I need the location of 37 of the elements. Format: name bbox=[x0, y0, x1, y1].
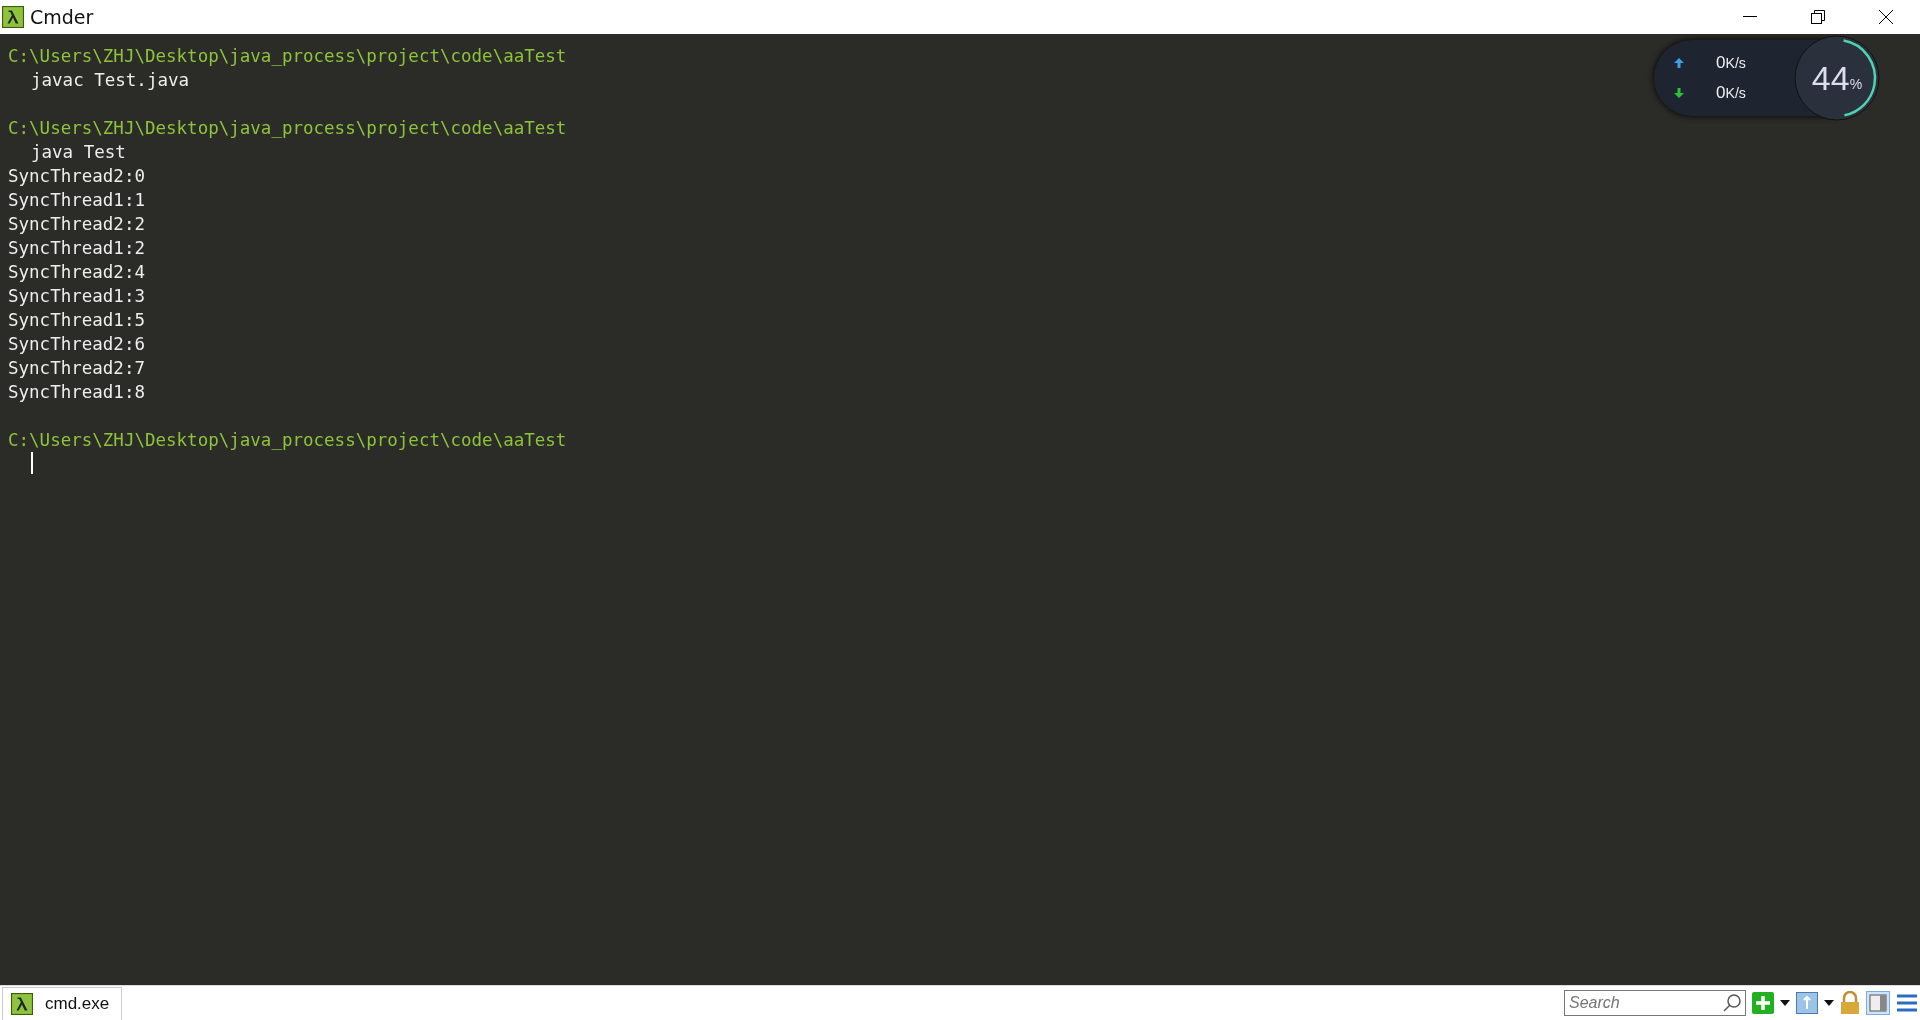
download-arrow-icon bbox=[1674, 88, 1684, 98]
output-line: SyncThread2:4 bbox=[8, 261, 145, 284]
prompt-path: C:\Users\ZHJ\Desktop\java_process\project\code\aaTest bbox=[8, 429, 567, 452]
close-icon bbox=[1879, 10, 1893, 24]
lambda-icon bbox=[11, 992, 33, 1015]
new-console-button[interactable] bbox=[1752, 992, 1774, 1014]
split-icon[interactable] bbox=[1796, 992, 1818, 1014]
prompt-path: C:\Users\ZHJ\Desktop\java_process\project\code\aaTest bbox=[8, 117, 567, 140]
prompt-path: C:\Users\ZHJ\Desktop\java_process\project\code\aaTest bbox=[8, 45, 567, 68]
upload-arrow-icon bbox=[1674, 58, 1684, 68]
menu-icon[interactable] bbox=[1896, 993, 1918, 1013]
text-cursor bbox=[31, 452, 33, 474]
output-line: SyncThread2:7 bbox=[8, 357, 145, 380]
search-icon bbox=[1722, 993, 1742, 1013]
output-line: SyncThread1:8 bbox=[8, 381, 145, 404]
output-line: SyncThread2:6 bbox=[8, 333, 145, 356]
upload-speed: 0K/s bbox=[1716, 53, 1746, 73]
output-line: SyncThread1:1 bbox=[8, 189, 145, 212]
output-line: SyncThread1:5 bbox=[8, 309, 145, 332]
lock-icon[interactable] bbox=[1840, 991, 1860, 1015]
command-text: javac Test.java bbox=[30, 69, 190, 92]
search-field[interactable]: Search bbox=[1564, 990, 1746, 1016]
command-text: java Test bbox=[30, 141, 126, 164]
lambda-icon bbox=[2, 6, 24, 28]
caret-icon[interactable] bbox=[1824, 1000, 1834, 1006]
output-line: SyncThread1:3 bbox=[8, 285, 145, 308]
restore-icon bbox=[1811, 10, 1825, 24]
output-line: SyncThread2:0 bbox=[8, 165, 145, 188]
caret-icon[interactable] bbox=[1780, 1000, 1790, 1006]
output-line: SyncThread2:2 bbox=[8, 213, 145, 236]
console-tab[interactable]: cmd.exe bbox=[2, 986, 123, 1020]
output-line: SyncThread1:2 bbox=[8, 237, 145, 260]
minimize-icon bbox=[1743, 16, 1757, 18]
download-speed: 0K/s bbox=[1716, 83, 1746, 103]
usage-percent: 44% bbox=[1811, 58, 1863, 99]
panel-layout-icon[interactable] bbox=[1866, 991, 1890, 1015]
window-title: Cmder bbox=[30, 6, 94, 28]
